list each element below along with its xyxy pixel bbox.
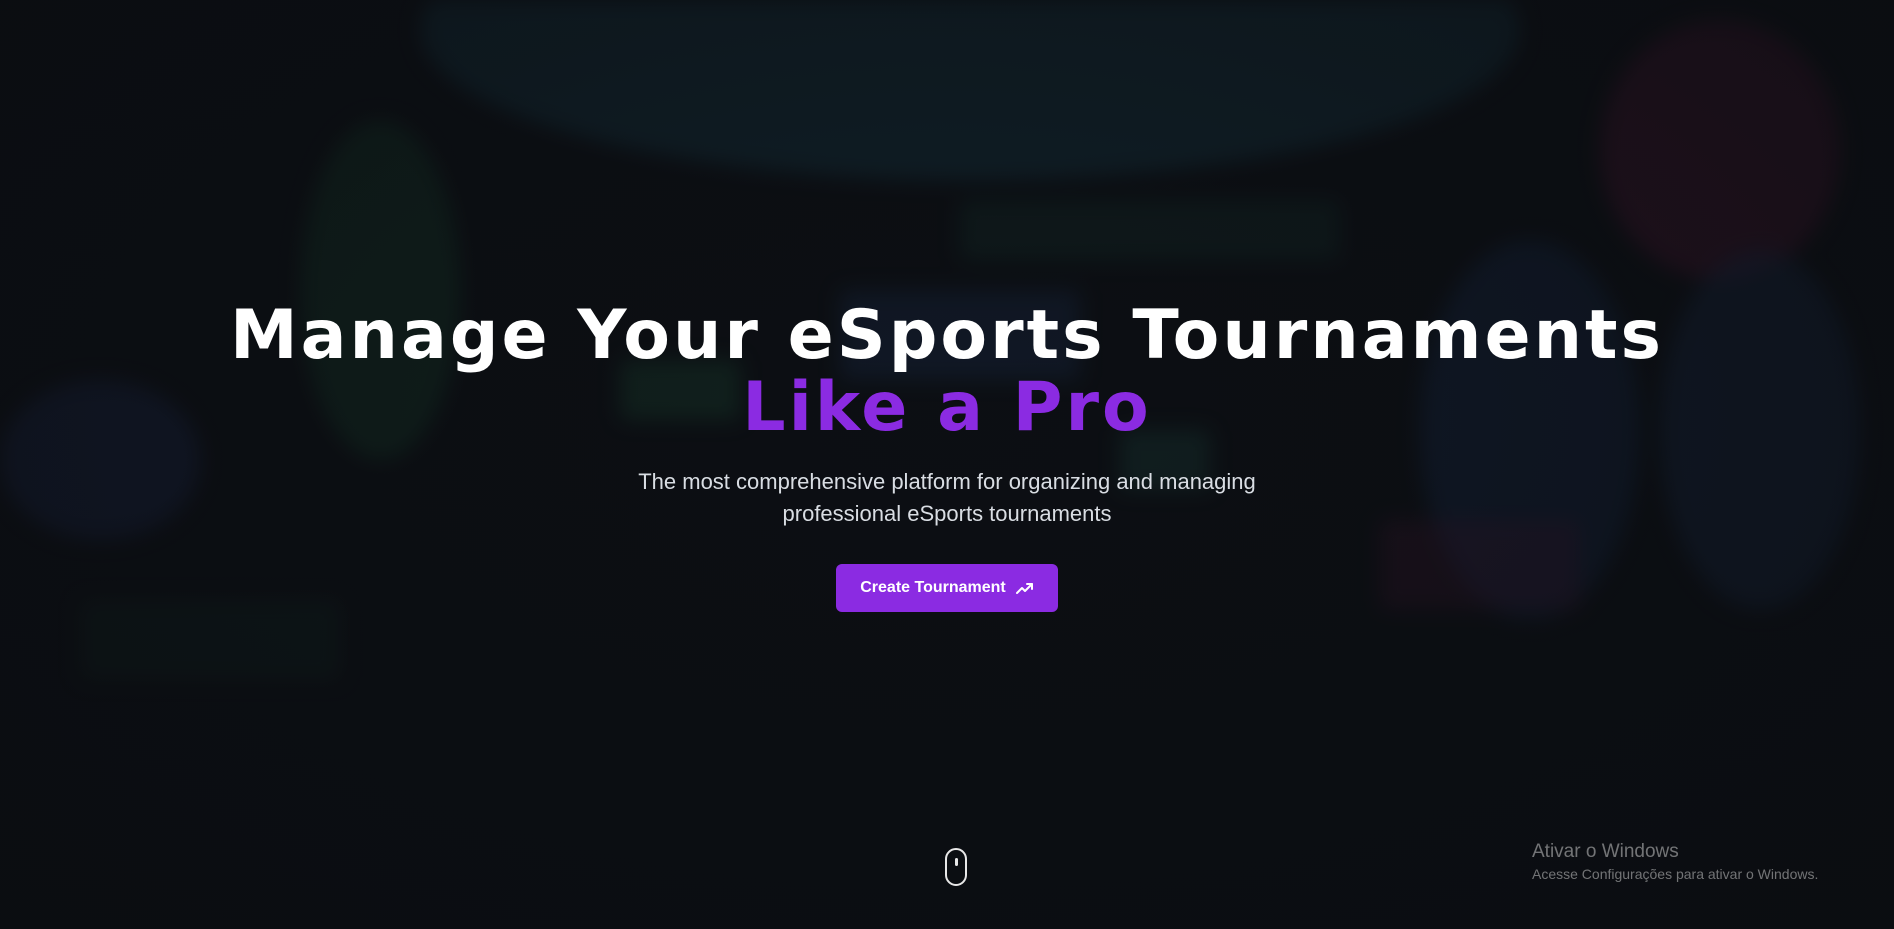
watermark-subtitle: Acesse Configurações para ativar o Windo…	[1532, 866, 1819, 882]
mouse-wheel	[955, 858, 958, 866]
watermark-title: Ativar o Windows	[1532, 841, 1679, 862]
hero-section: Manage Your eSports Tournaments Like a P…	[0, 0, 1894, 929]
hero-subtitle: The most comprehensive platform for orga…	[638, 469, 1256, 526]
windows-activation-watermark: Ativar o Windows Acesse Configurações pa…	[1532, 840, 1818, 884]
trending-up-icon	[1015, 582, 1034, 594]
create-tournament-button[interactable]: Create Tournament	[836, 564, 1058, 612]
hero-content: Manage Your eSports Tournaments Like a P…	[0, 300, 1894, 612]
hero-headline-accent: Like a Pro	[742, 368, 1152, 447]
mouse-scroll-icon[interactable]	[945, 848, 967, 886]
hero-headline: Manage Your eSports Tournaments	[229, 296, 1664, 375]
create-tournament-label: Create Tournament	[860, 579, 1006, 596]
